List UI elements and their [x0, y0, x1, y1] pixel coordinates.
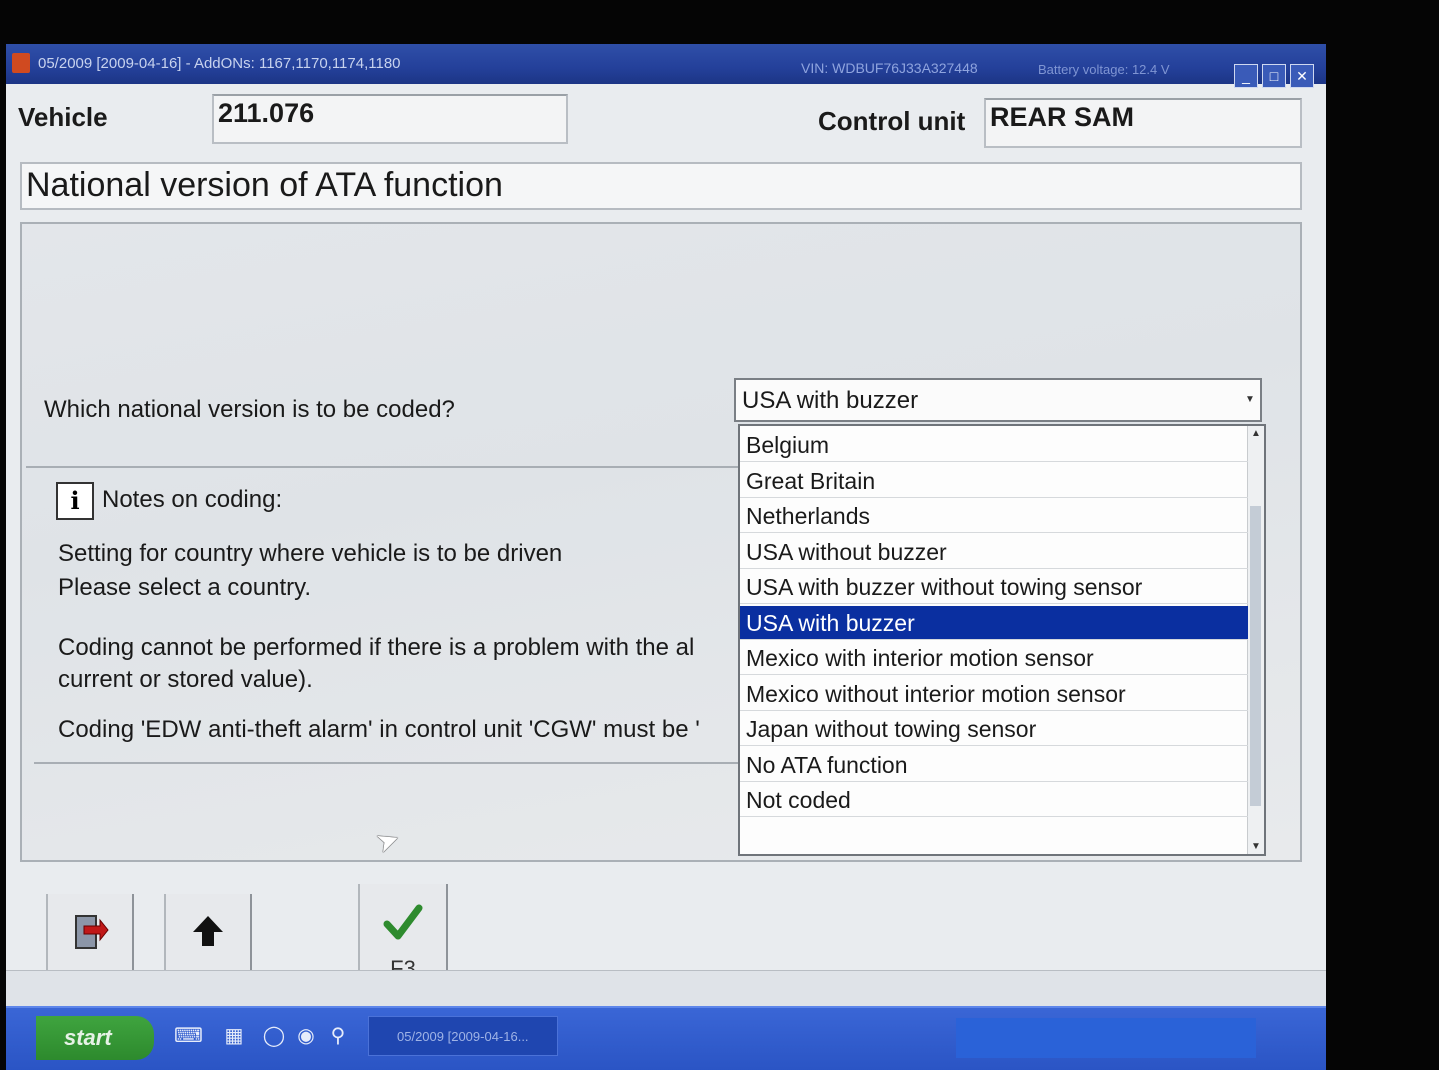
control-unit-field: REAR SAM — [984, 98, 1302, 148]
notes-title: Notes on coding: — [102, 486, 283, 513]
dropdown-selected-value: USA with buzzer — [742, 387, 919, 414]
checkmark-icon — [360, 902, 446, 952]
dropdown-option[interactable]: Belgium — [740, 428, 1248, 462]
page-title: National version of ATA function — [20, 162, 1302, 210]
maximize-button[interactable]: □ — [1262, 64, 1286, 88]
dropdown-option[interactable]: No ATA function — [740, 748, 1248, 782]
dropdown-option[interactable]: Netherlands — [740, 499, 1248, 533]
dropdown-option[interactable]: Not coded — [740, 783, 1248, 817]
vin-readout: VIN: WDBUF76J33A327448 — [801, 60, 978, 76]
dropdown-option[interactable]: USA with buzzer — [740, 605, 1248, 640]
vehicle-label: Vehicle — [18, 102, 108, 132]
start-button[interactable]: start — [36, 1016, 154, 1060]
taskbar-task-button[interactable]: 05/2009 [2009-04-16... — [368, 1016, 558, 1056]
dropdown-option[interactable]: Japan without towing sensor — [740, 712, 1248, 746]
notes-line: Coding cannot be performed if there is a… — [58, 634, 695, 661]
close-button[interactable]: ✕ — [1290, 64, 1314, 88]
status-bar — [6, 970, 1326, 1007]
search-icon[interactable]: ⚲ — [324, 1022, 352, 1050]
system-tray — [956, 1018, 1256, 1058]
browser-icon[interactable]: ◯ — [260, 1022, 288, 1050]
divider-bottom — [34, 762, 738, 764]
screen: 05/2009 [2009-04-16] - AddONs: 1167,1170… — [6, 44, 1326, 1070]
notes-line: Coding 'EDW anti-theft alarm' in control… — [58, 716, 700, 743]
country-dropdown[interactable]: USA with buzzer ▼ — [734, 378, 1262, 422]
info-icon: i — [56, 482, 94, 520]
window-title: 05/2009 [2009-04-16] - AddONs: 1167,1170… — [38, 55, 401, 72]
up-arrow-icon — [166, 912, 250, 962]
taskbar: start ⌨ ▦ ◯ ◉ ⚲ 05/2009 [2009-04-16... — [6, 1006, 1326, 1070]
notes-line: current or stored value). — [58, 666, 313, 693]
divider-top — [26, 466, 738, 468]
listbox-scrollbar[interactable]: ▲ ▼ — [1247, 426, 1264, 854]
scrollbar-thumb[interactable] — [1250, 506, 1261, 806]
battery-voltage: Battery voltage: 12.4 V — [1038, 62, 1170, 77]
notes-line: Please select a country. — [58, 574, 312, 601]
question-label: Which national version is to be coded? — [44, 396, 455, 423]
media-icon[interactable]: ◉ — [292, 1022, 320, 1050]
chevron-down-icon[interactable]: ▼ — [1242, 382, 1258, 418]
scroll-down-icon[interactable]: ▼ — [1248, 841, 1264, 852]
dropdown-option[interactable]: Mexico with interior motion sensor — [740, 641, 1248, 675]
dropdown-option[interactable]: Great Britain — [740, 464, 1248, 498]
control-unit-label: Control unit — [818, 106, 966, 136]
country-listbox[interactable]: ▲ ▼ Belgium Great Britain Netherlands USA w… — [738, 424, 1266, 856]
dropdown-option[interactable]: USA with buzzer without towing sensor — [740, 570, 1248, 604]
minimize-button[interactable]: _ — [1234, 64, 1258, 88]
exit-door-icon — [48, 912, 132, 962]
scroll-up-icon[interactable]: ▲ — [1248, 428, 1264, 439]
dropdown-option[interactable]: Mexico without interior motion sensor — [740, 677, 1248, 711]
title-bar: 05/2009 [2009-04-16] - AddONs: 1167,1170… — [6, 44, 1326, 88]
grid-icon[interactable]: ▦ — [220, 1022, 248, 1050]
notes-line: Setting for country where vehicle is to … — [58, 540, 563, 567]
dropdown-option[interactable]: USA without buzzer — [740, 535, 1248, 569]
keyboard-icon[interactable]: ⌨ — [174, 1022, 203, 1050]
app-icon — [12, 53, 30, 73]
vehicle-field: 211.076 — [212, 94, 568, 144]
